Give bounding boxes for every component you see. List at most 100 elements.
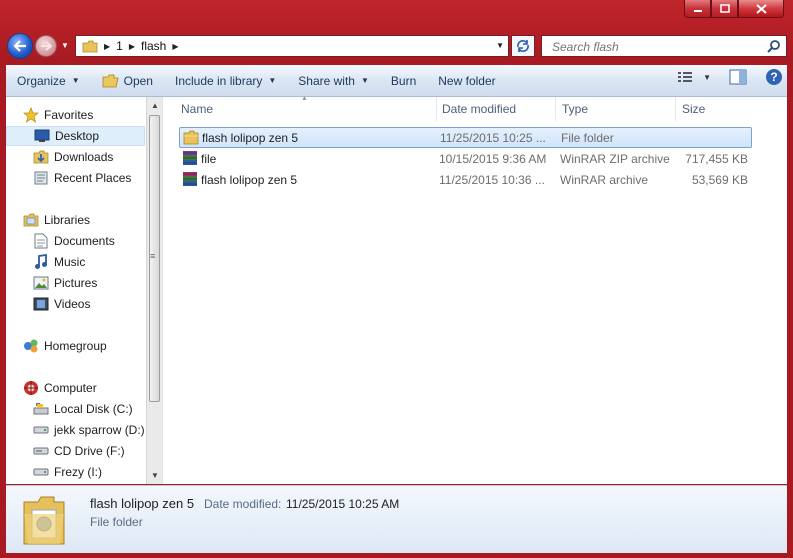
nav-label: Downloads <box>54 150 114 164</box>
nav-label: Frezy (I:) <box>54 465 102 479</box>
breadcrumb-separator-icon[interactable]: ▶ <box>129 42 135 51</box>
column-label: Date modified <box>442 102 517 116</box>
scroll-up-icon[interactable]: ▲ <box>151 101 159 110</box>
svg-text:?: ? <box>770 70 777 84</box>
nav-cd-drive[interactable]: CD Drive (F:) <box>33 441 125 461</box>
file-type: File folder <box>561 130 614 145</box>
change-view-icon[interactable] <box>677 71 693 83</box>
nav-pictures[interactable]: Pictures <box>33 273 97 293</box>
navigation-scrollbar[interactable]: ▲ ≡ ▼ <box>146 97 162 484</box>
new-folder-button[interactable]: New folder <box>427 69 506 93</box>
column-type[interactable]: Type <box>556 97 676 121</box>
breadcrumb-separator-icon[interactable]: ▶ <box>172 42 178 51</box>
column-size[interactable]: Size <box>676 97 756 121</box>
share-with-button[interactable]: Share with ▼ <box>287 69 380 93</box>
nav-libraries[interactable]: Libraries <box>23 210 90 230</box>
homegroup-icon <box>23 338 39 354</box>
nav-homegroup[interactable]: Homegroup <box>23 336 107 356</box>
file-row[interactable]: flash lolipop zen 5 11/25/2015 10:36 ...… <box>179 169 752 190</box>
search-box[interactable] <box>541 35 787 57</box>
nav-jekk-sparrow[interactable]: jekk sparrow (D:) <box>33 420 145 440</box>
nav-label: Recent Places <box>54 171 132 185</box>
address-bar[interactable]: ▶ 1 ▶ flash ▶ ▼ <box>75 35 509 57</box>
nav-favorites[interactable]: Favorites <box>23 105 93 125</box>
star-icon <box>23 107 39 123</box>
share-with-label: Share with <box>298 73 355 88</box>
drive-icon <box>33 422 49 438</box>
nav-label: Homegroup <box>44 339 107 353</box>
column-name[interactable]: Name <box>175 97 437 121</box>
folder-icon <box>82 40 98 52</box>
details-file-type: File folder <box>90 515 143 529</box>
nav-label: Favorites <box>44 108 94 122</box>
search-icon[interactable] <box>767 39 781 53</box>
burn-button[interactable]: Burn <box>380 69 427 93</box>
preview-pane-icon[interactable] <box>729 69 747 85</box>
file-name: flash lolipop zen 5 <box>201 172 298 187</box>
include-in-library-label: Include in library <box>174 73 263 88</box>
nav-desktop[interactable]: Desktop <box>6 126 145 146</box>
nav-label: jekk sparrow (D:) <box>54 423 145 437</box>
cd-drive-icon <box>33 443 49 459</box>
search-input[interactable] <box>550 37 764 57</box>
nav-frezy[interactable]: Frezy (I:) <box>33 462 102 482</box>
folder-icon <box>183 130 199 145</box>
details-pane: flash lolipop zen 5 Date modified: 11/25… <box>6 485 787 553</box>
file-type: WinRAR ZIP archive <box>560 151 670 166</box>
file-row[interactable]: flash lolipop zen 5 11/25/2015 10:25 ...… <box>179 127 752 148</box>
nav-music[interactable]: Music <box>33 252 85 272</box>
nav-label: CD Drive (F:) <box>54 444 125 458</box>
explorer-window: ▼ ▶ 1 ▶ flash ▶ ▼ Organize ▼ Open <box>0 0 793 558</box>
nav-recent-places[interactable]: Recent Places <box>33 168 131 188</box>
burn-label: Burn <box>390 73 417 88</box>
nav-label: Documents <box>54 234 115 248</box>
caption-buttons <box>684 0 784 21</box>
navigation-bar: ▼ ▶ 1 ▶ flash ▶ ▼ <box>5 33 787 59</box>
open-folder-icon <box>102 74 119 87</box>
close-button[interactable] <box>738 0 784 18</box>
back-button[interactable] <box>7 33 33 59</box>
open-button[interactable]: Open <box>91 69 164 93</box>
nav-documents[interactable]: Documents <box>33 231 115 251</box>
breadcrumb-item[interactable]: flash <box>141 39 166 53</box>
help-icon[interactable]: ? <box>765 68 783 86</box>
local-disk-icon <box>33 401 49 417</box>
recent-pages-dropdown[interactable]: ▼ <box>61 41 69 50</box>
chevron-down-icon: ▼ <box>268 76 277 85</box>
minimize-icon <box>693 9 702 12</box>
documents-icon <box>33 233 49 249</box>
nav-computer[interactable]: Computer <box>23 378 97 398</box>
view-controls: ▼ ? <box>677 68 783 86</box>
nav-videos[interactable]: Videos <box>33 294 90 314</box>
details-date-value: 11/25/2015 10:25 AM <box>286 497 400 511</box>
file-date: 10/15/2015 9:36 AM <box>439 151 547 166</box>
breadcrumb-item[interactable]: 1 <box>116 39 123 53</box>
organize-button[interactable]: Organize ▼ <box>6 69 91 93</box>
details-date-label: Date modified: <box>204 497 282 511</box>
breadcrumb-separator-icon[interactable]: ▶ <box>104 42 110 51</box>
file-row[interactable]: file 10/15/2015 9:36 AM WinRAR ZIP archi… <box>179 148 752 169</box>
forward-button[interactable] <box>35 35 57 57</box>
nav-label: Libraries <box>44 213 91 227</box>
include-in-library-button[interactable]: Include in library ▼ <box>164 69 287 93</box>
maximize-button[interactable] <box>711 0 738 18</box>
file-size: 717,455 KB <box>685 151 748 166</box>
nav-downloads[interactable]: Downloads <box>33 147 113 167</box>
desktop-icon <box>34 128 50 144</box>
navigation-pane: Favorites Desktop Downloads Recent Place… <box>6 97 146 484</box>
column-date-modified[interactable]: Date modified <box>436 97 556 121</box>
address-history-dropdown[interactable]: ▼ <box>496 41 504 50</box>
chevron-down-icon: ▼ <box>71 76 80 85</box>
details-file-name: flash lolipop zen 5 <box>90 496 195 511</box>
nav-local-disk[interactable]: Local Disk (C:) <box>33 399 133 419</box>
organize-label: Organize <box>17 73 66 88</box>
more-views-chevron-icon[interactable]: ▼ <box>703 73 711 82</box>
refresh-button[interactable] <box>511 35 535 57</box>
nav-label: Music <box>54 255 86 269</box>
folder-large-icon <box>23 496 65 545</box>
scroll-down-icon[interactable]: ▼ <box>151 471 159 480</box>
winrar-archive-icon <box>183 172 197 186</box>
minimize-button[interactable] <box>684 0 711 18</box>
file-name: file <box>201 151 217 166</box>
videos-icon <box>33 296 49 312</box>
